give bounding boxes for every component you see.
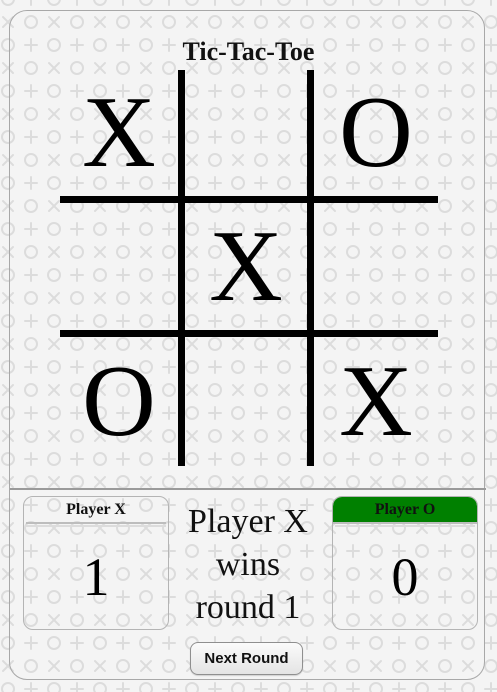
board-cell-r3c2[interactable] <box>185 337 307 466</box>
grid-line-vertical-2 <box>307 70 314 466</box>
board-cell-r3c1[interactable]: O <box>60 337 178 466</box>
score-separator <box>335 525 475 527</box>
grid-line-vertical-1 <box>178 70 185 466</box>
board-cell-r2c2[interactable]: X <box>185 203 307 330</box>
status-line-3: round 1 <box>195 589 301 626</box>
grid-line-horizontal-1 <box>60 196 438 203</box>
score-value-player-o: 0 <box>391 547 419 607</box>
game-board: X O X O X <box>60 70 438 466</box>
score-label-player-o: Player O <box>333 497 477 524</box>
board-cell-r3c3[interactable]: X <box>314 337 438 466</box>
score-separator <box>26 525 166 527</box>
board-cell-r1c2[interactable] <box>185 70 307 196</box>
next-round-button[interactable]: Next Round <box>190 642 303 675</box>
score-panel-player-o: Player O 0 <box>332 496 478 630</box>
round-status: Player X wins round 1 <box>168 500 328 629</box>
board-cell-r2c3[interactable] <box>314 203 438 330</box>
section-divider <box>10 488 486 490</box>
board-cell-r1c3[interactable]: O <box>314 70 438 196</box>
score-panel-player-x: Player X 1 <box>23 496 169 630</box>
score-label-player-x: Player X <box>26 497 166 524</box>
board-cell-r2c1[interactable] <box>60 203 178 330</box>
status-line-2: wins <box>215 546 281 583</box>
grid-line-horizontal-2 <box>60 330 438 337</box>
status-line-1: Player X <box>188 503 308 540</box>
board-cell-r1c1[interactable]: X <box>60 70 178 196</box>
score-value-player-x: 1 <box>82 547 110 607</box>
game-title: Tic-Tac-Toe <box>182 37 315 66</box>
